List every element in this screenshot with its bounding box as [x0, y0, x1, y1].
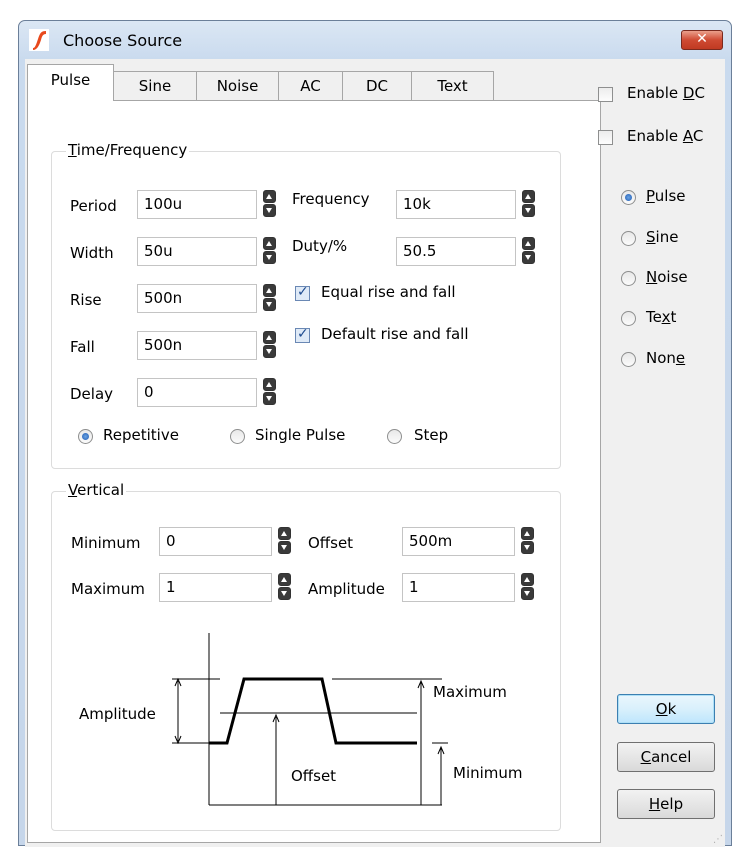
source-sine-label[interactable]: Sine [646, 228, 678, 246]
minimum-label: Minimum [71, 534, 141, 552]
tab-text[interactable]: Text [411, 71, 494, 100]
rise-field[interactable]: 500n [137, 284, 257, 313]
maximum-field[interactable]: 1 [159, 573, 272, 602]
source-text-label[interactable]: Text [646, 308, 676, 326]
amplitude-label: Amplitude [308, 580, 385, 598]
default-rise-fall-label[interactable]: Default rise and fall [321, 325, 469, 343]
pulse-waveform [209, 677, 417, 745]
offset-spinner[interactable] [521, 527, 534, 555]
enable-ac-label[interactable]: Enable AC [627, 127, 703, 145]
source-text-radio[interactable] [621, 311, 636, 326]
source-noise-label[interactable]: Noise [646, 268, 688, 286]
amplitude-spinner[interactable] [521, 573, 534, 601]
enable-ac-checkbox[interactable] [598, 130, 613, 145]
duty-label: Duty/% [292, 237, 348, 255]
repetitive-radio[interactable] [78, 429, 93, 444]
period-spinner[interactable] [263, 190, 276, 218]
default-rise-fall-checkbox[interactable] [295, 326, 310, 343]
tab-panel-pulse: Time/Frequency Period 100u Width 50u Ris… [27, 100, 601, 843]
source-sine-radio[interactable] [621, 231, 636, 246]
tab-ac[interactable]: AC [278, 71, 343, 100]
time-frequency-group: Time/Frequency Period 100u Width 50u Ris… [51, 141, 561, 469]
dialog-client: Pulse Sine Noise AC DC Text Time/Frequen… [25, 59, 725, 847]
minimum-field[interactable]: 0 [159, 527, 272, 556]
period-field[interactable]: 100u [137, 190, 257, 219]
offset-label: Offset [308, 534, 354, 552]
tab-pulse[interactable]: Pulse [27, 64, 114, 101]
frequency-field[interactable]: 10k [396, 190, 516, 219]
repetitive-label[interactable]: Repetitive [103, 426, 179, 444]
frequency-label: Frequency [292, 190, 370, 208]
diagram-amplitude-label: Amplitude [79, 705, 156, 723]
vertical-group: Vertical Minimum 0 Maximum 1 Offset 500m… [51, 481, 561, 831]
diagram-maximum-label: Maximum [433, 683, 507, 701]
close-button[interactable]: ✕ [681, 30, 723, 50]
tab-dc[interactable]: DC [342, 71, 412, 100]
maximum-label: Maximum [71, 580, 145, 598]
cancel-button[interactable]: Cancel [617, 742, 715, 772]
width-spinner[interactable] [263, 237, 276, 265]
source-noise-radio[interactable] [621, 271, 636, 286]
window-title: Choose Source [63, 31, 183, 50]
resize-grip-icon[interactable]: ⋰ [713, 834, 723, 845]
maximum-spinner[interactable] [278, 573, 291, 601]
source-pulse-radio[interactable] [621, 190, 636, 205]
step-label[interactable]: Step [414, 426, 448, 444]
dialog-window: Choose Source ✕ Pulse Sine Noise AC DC T… [18, 20, 732, 847]
minimum-spinner[interactable] [278, 527, 291, 555]
delay-field[interactable]: 0 [137, 378, 257, 407]
single-pulse-radio[interactable] [230, 429, 245, 444]
help-button[interactable]: Help [617, 789, 715, 819]
fall-label: Fall [70, 338, 95, 356]
fall-field[interactable]: 500n [137, 331, 257, 360]
single-pulse-label[interactable]: Single Pulse [255, 426, 345, 444]
diagram-minimum-label: Minimum [453, 764, 523, 782]
ok-button[interactable]: Ok [617, 694, 715, 724]
width-label: Width [70, 244, 114, 262]
fall-spinner[interactable] [263, 331, 276, 359]
rise-spinner[interactable] [263, 284, 276, 312]
step-radio[interactable] [387, 429, 402, 444]
source-pulse-label[interactable]: Pulse [646, 187, 686, 205]
diagram-offset-label: Offset [291, 767, 337, 785]
duty-field[interactable]: 50.5 [396, 237, 516, 266]
frequency-spinner[interactable] [522, 190, 535, 218]
enable-dc-label[interactable]: Enable DC [627, 84, 705, 102]
period-label: Period [70, 197, 117, 215]
equal-rise-fall-label[interactable]: Equal rise and fall [321, 283, 456, 301]
rise-label: Rise [70, 291, 102, 309]
delay-label: Delay [70, 385, 114, 403]
source-none-label[interactable]: None [646, 349, 685, 367]
enable-dc-checkbox[interactable] [598, 87, 613, 102]
tab-noise[interactable]: Noise [196, 71, 279, 100]
tab-sine[interactable]: Sine [113, 71, 197, 100]
app-icon [29, 29, 49, 51]
duty-spinner[interactable] [522, 237, 535, 265]
delay-spinner[interactable] [263, 378, 276, 406]
offset-field[interactable]: 500m [402, 527, 515, 556]
source-none-radio[interactable] [621, 352, 636, 367]
equal-rise-fall-checkbox[interactable] [295, 284, 310, 301]
vertical-title: Vertical [66, 481, 127, 499]
amplitude-field[interactable]: 1 [402, 573, 515, 602]
width-field[interactable]: 50u [137, 237, 257, 266]
time-frequency-title: Time/Frequency [66, 141, 190, 159]
title-bar[interactable]: Choose Source ✕ [19, 21, 731, 59]
